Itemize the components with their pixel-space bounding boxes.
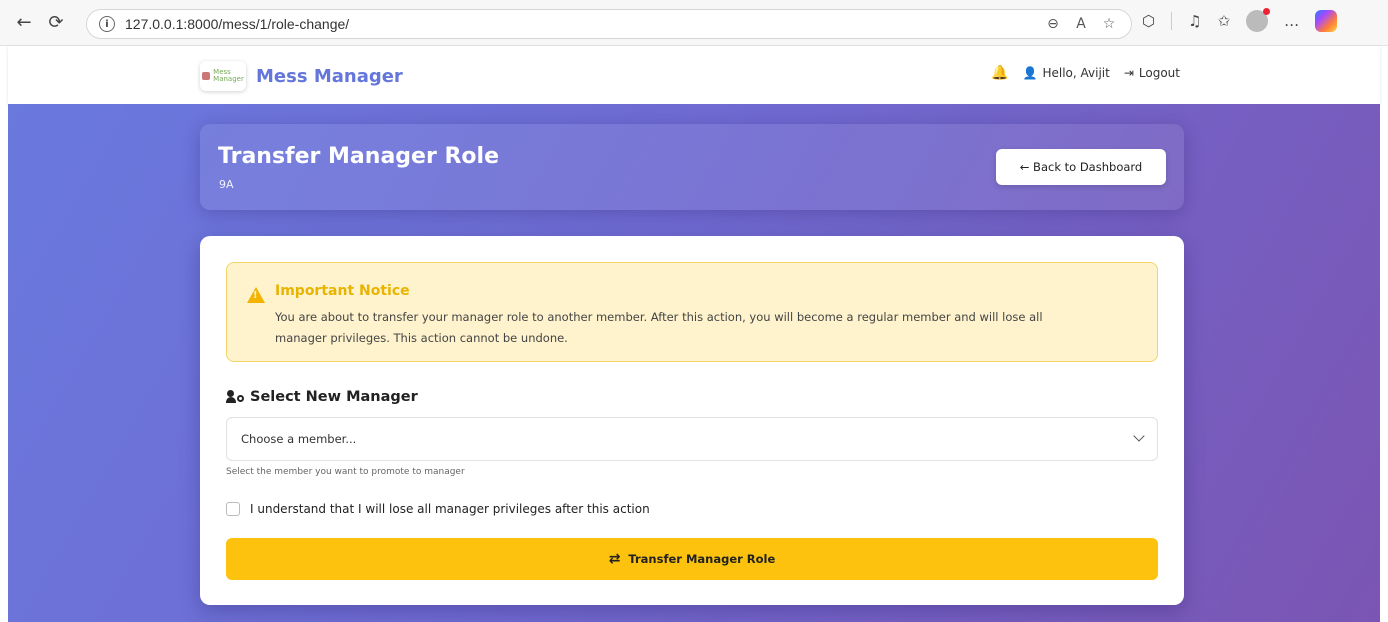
copilot-icon[interactable] xyxy=(1315,10,1338,32)
user-gear-icon xyxy=(226,390,244,404)
confirm-checkbox-label[interactable]: I understand that I will lose all manage… xyxy=(250,502,650,516)
site-navbar: Mess Manager Mess Manager 🔔 👤 Hello, Avij… xyxy=(8,46,1380,104)
favorite-star-icon[interactable]: ☆ xyxy=(1101,16,1117,32)
warning-icon xyxy=(247,287,265,303)
extensions-icon[interactable]: ⬡ xyxy=(1142,12,1155,30)
chevron-down-icon xyxy=(1133,430,1145,442)
profile-avatar[interactable] xyxy=(1246,8,1271,32)
important-notice-alert: Important Notice You are about to transf… xyxy=(226,262,1158,362)
member-select-value: Choose a member... xyxy=(241,432,357,446)
brand-name: Mess Manager xyxy=(256,65,403,87)
logout-icon: ⇥ xyxy=(1123,66,1134,80)
bell-icon[interactable]: 🔔 xyxy=(991,65,1008,81)
notice-text: You are about to transfer your manager r… xyxy=(275,310,1043,345)
back-arrow-icon[interactable]: ← xyxy=(12,11,36,35)
mess-name: 9A xyxy=(219,178,234,191)
split-screen-icon[interactable]: ♫ xyxy=(1188,12,1201,30)
transfer-button-label: Transfer Manager Role xyxy=(628,552,776,566)
member-select[interactable]: Choose a member... xyxy=(226,417,1158,461)
zoom-icon[interactable]: ⊖ xyxy=(1045,16,1061,32)
url-text: 127.0.0.1:8000/mess/1/role-change/ xyxy=(125,16,350,32)
read-aloud-icon[interactable]: A xyxy=(1073,16,1089,32)
swap-arrows-icon: ⇄ xyxy=(608,551,621,567)
transfer-form-card: Important Notice You are about to transf… xyxy=(200,236,1184,605)
greeting-text: Hello, Avijit xyxy=(1042,66,1110,80)
brand-link[interactable]: Mess Manager Mess Manager xyxy=(200,61,403,91)
select-manager-label: Select New Manager xyxy=(226,389,418,405)
confirm-checkbox[interactable] xyxy=(226,502,240,516)
confirm-checkbox-row[interactable]: I understand that I will lose all manage… xyxy=(226,502,650,516)
user-greeting[interactable]: 👤 Hello, Avijit xyxy=(1023,66,1110,80)
refresh-icon[interactable]: ⟳ xyxy=(44,11,68,35)
logout-link[interactable]: ⇥ Logout xyxy=(1124,66,1180,80)
favorites-icon[interactable]: ✩ xyxy=(1218,12,1231,30)
more-options-icon[interactable]: … xyxy=(1284,12,1299,30)
select-help-text: Select the member you want to promote to… xyxy=(226,467,465,477)
user-icon: 👤 xyxy=(1022,66,1038,80)
brand-logo-icon: Mess Manager xyxy=(200,61,246,91)
back-to-dashboard-button[interactable]: ← Back to Dashboard xyxy=(996,149,1166,185)
toolbar-separator xyxy=(1171,12,1173,30)
info-icon[interactable]: i xyxy=(99,16,115,32)
browser-toolbar: ← ⟳ i 127.0.0.1:8000/mess/1/role-change/… xyxy=(0,0,1388,46)
notice-title: Important Notice xyxy=(275,283,410,299)
page-title: Transfer Manager Role xyxy=(218,144,499,169)
transfer-manager-role-button[interactable]: ⇄ Transfer Manager Role xyxy=(226,538,1158,580)
select-label-text: Select New Manager xyxy=(250,389,418,405)
logout-label: Logout xyxy=(1138,66,1180,80)
address-bar[interactable]: i 127.0.0.1:8000/mess/1/role-change/ ⊖ A… xyxy=(86,9,1132,39)
page-header-card: Transfer Manager Role 9A ← Back to Dashb… xyxy=(200,124,1184,210)
